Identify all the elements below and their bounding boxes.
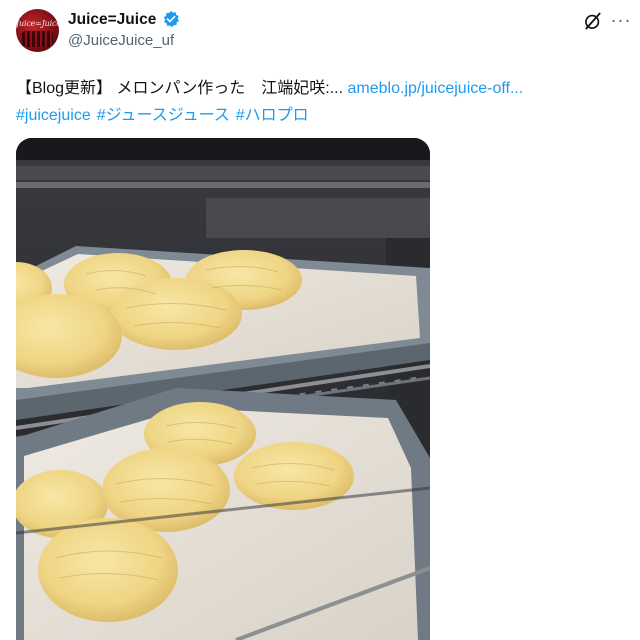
display-name[interactable]: Juice=Juice [68,11,156,29]
hashtags: #juicejuice #ジュースジュース #ハロプロ [16,101,315,125]
handle[interactable]: @JuiceJuice_uf [68,32,174,49]
post-link[interactable]: ameblo.jp/juicejuice-off... [348,80,524,97]
grok-icon[interactable] [583,11,603,31]
oven-photo-illustration [16,138,430,640]
post-text: メロンパン作った 江端妃咲:... [112,80,348,97]
more-icon[interactable]: ··· [609,8,633,32]
hashtag-juicejuice[interactable]: #juicejuice [16,107,91,124]
hashtag-juicejuice-katakana[interactable]: #ジュースジュース [97,107,230,124]
avatar-logo-text: Juice=Juice [16,19,59,28]
post-text-line: 【Blog更新】 メロンパン作った 江端妃咲:... ameblo.jp/jui… [16,74,523,98]
avatar-figures [22,31,53,47]
verified-badge-icon [163,10,179,28]
avatar[interactable]: Juice=Juice [16,9,59,52]
hashtag-haropro[interactable]: #ハロプロ [236,107,309,124]
post-photo[interactable] [16,138,430,640]
post-prefix: 【Blog更新】 [16,80,113,97]
